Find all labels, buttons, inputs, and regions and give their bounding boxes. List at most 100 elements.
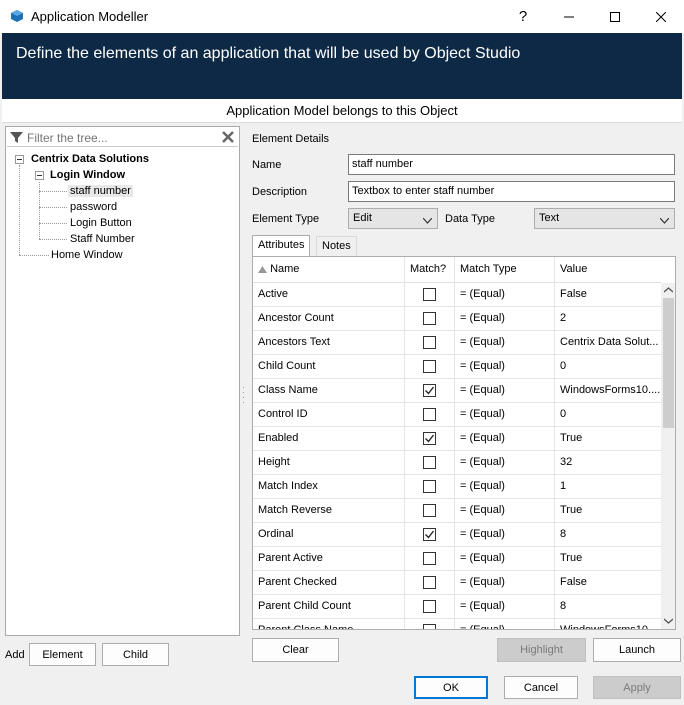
- element-type-label: Element Type: [252, 213, 320, 225]
- help-button[interactable]: ?: [500, 0, 546, 33]
- apply-button[interactable]: Apply: [593, 676, 681, 699]
- cancel-button[interactable]: Cancel: [504, 676, 578, 699]
- tree-node-staff-number-2[interactable]: Staff Number: [70, 233, 135, 245]
- clear-button[interactable]: Clear: [252, 638, 339, 662]
- scroll-up-icon[interactable]: [664, 287, 673, 293]
- cell-match-type[interactable]: = (Equal): [455, 307, 555, 331]
- tree-node-root[interactable]: Centrix Data Solutions: [31, 153, 149, 165]
- cell-match-type[interactable]: = (Equal): [455, 283, 555, 307]
- table-row[interactable]: Parent Active = (Equal) True: [253, 547, 661, 571]
- tree-line: [39, 239, 67, 240]
- cell-match-type[interactable]: = (Equal): [455, 619, 555, 629]
- match-checkbox[interactable]: [423, 432, 436, 445]
- close-button[interactable]: [638, 0, 684, 33]
- app-icon: [10, 9, 24, 23]
- cell-name: Ancestor Count: [253, 307, 405, 331]
- ok-button[interactable]: OK: [414, 676, 488, 699]
- highlight-button[interactable]: Highlight: [497, 638, 586, 662]
- match-checkbox[interactable]: [423, 504, 436, 517]
- data-type-select[interactable]: Text: [534, 208, 675, 229]
- element-type-select[interactable]: Edit: [348, 208, 438, 229]
- match-checkbox[interactable]: [423, 624, 436, 629]
- scroll-down-icon[interactable]: [664, 618, 673, 624]
- match-checkbox[interactable]: [423, 384, 436, 397]
- cell-match-type[interactable]: = (Equal): [455, 571, 555, 595]
- collapse-icon[interactable]: [35, 171, 44, 180]
- cell-match-type[interactable]: = (Equal): [455, 523, 555, 547]
- tab-notes[interactable]: Notes: [316, 236, 357, 256]
- match-checkbox[interactable]: [423, 312, 436, 325]
- add-element-button[interactable]: Element: [29, 643, 96, 666]
- table-row[interactable]: Parent Child Count = (Equal) 8: [253, 595, 661, 619]
- cell-value: True: [555, 427, 661, 451]
- vertical-scrollbar[interactable]: [661, 283, 675, 629]
- column-header-match[interactable]: Match?: [405, 257, 455, 283]
- column-header-value[interactable]: Value: [555, 257, 661, 283]
- table-row[interactable]: Active = (Equal) False: [253, 283, 661, 307]
- table-row[interactable]: Match Index = (Equal) 1: [253, 475, 661, 499]
- column-header-match-type[interactable]: Match Type: [455, 257, 555, 283]
- add-child-button[interactable]: Child: [102, 643, 169, 666]
- table-row[interactable]: Height = (Equal) 32: [253, 451, 661, 475]
- match-checkbox[interactable]: [423, 360, 436, 373]
- tree-node-staff-number[interactable]: staff number: [68, 185, 133, 197]
- description-field[interactable]: Textbox to enter staff number: [348, 181, 675, 202]
- maximize-icon: [610, 11, 620, 22]
- cell-match-type[interactable]: = (Equal): [455, 475, 555, 499]
- tree-node-login-button[interactable]: Login Button: [70, 217, 132, 229]
- tree-node-password[interactable]: password: [70, 201, 117, 213]
- cell-match-type[interactable]: = (Equal): [455, 499, 555, 523]
- match-checkbox[interactable]: [423, 600, 436, 613]
- tab-attributes[interactable]: Attributes: [252, 235, 311, 257]
- table-row[interactable]: Ancestors Text = (Equal) Centrix Data Solu…: [253, 331, 661, 355]
- collapse-icon[interactable]: [15, 155, 24, 164]
- minimize-button[interactable]: [546, 0, 592, 33]
- tree-node-login-window[interactable]: Login Window: [50, 169, 125, 181]
- cell-name: Parent Active: [253, 547, 405, 571]
- table-row[interactable]: Class Name = (Equal) WindowsForms10....: [253, 379, 661, 403]
- table-row[interactable]: Enabled = (Equal) True: [253, 427, 661, 451]
- match-cell: [405, 475, 455, 499]
- cell-match-type[interactable]: = (Equal): [455, 355, 555, 379]
- match-checkbox[interactable]: [423, 528, 436, 541]
- match-checkbox[interactable]: [423, 336, 436, 349]
- table-row[interactable]: Ordinal = (Equal) 8: [253, 523, 661, 547]
- match-cell: [405, 451, 455, 475]
- cell-match-type[interactable]: = (Equal): [455, 403, 555, 427]
- table-row[interactable]: Child Count = (Equal) 0: [253, 355, 661, 379]
- table-row[interactable]: Parent Checked = (Equal) False: [253, 571, 661, 595]
- match-checkbox[interactable]: [423, 552, 436, 565]
- match-cell: [405, 523, 455, 547]
- cell-match-type[interactable]: = (Equal): [455, 451, 555, 475]
- tree-filter: [7, 128, 238, 147]
- cell-match-type[interactable]: = (Equal): [455, 547, 555, 571]
- cell-match-type[interactable]: = (Equal): [455, 427, 555, 451]
- cell-name: Parent Checked: [253, 571, 405, 595]
- match-cell: [405, 331, 455, 355]
- table-row[interactable]: Parent Class Name = (Equal) WindowsForms10…: [253, 619, 661, 629]
- description-label: Description: [252, 186, 308, 198]
- table-row[interactable]: Ancestor Count = (Equal) 2: [253, 307, 661, 331]
- cell-match-type[interactable]: = (Equal): [455, 331, 555, 355]
- match-checkbox[interactable]: [423, 576, 436, 589]
- match-checkbox[interactable]: [423, 456, 436, 469]
- header-banner: Define the elements of an application th…: [2, 33, 682, 99]
- tree-filter-input[interactable]: [27, 130, 217, 145]
- match-checkbox[interactable]: [423, 480, 436, 493]
- splitter-handle[interactable]: · · · ·: [242, 383, 245, 409]
- clear-filter-icon[interactable]: [221, 130, 235, 147]
- cell-value: WindowsForms10....: [555, 379, 661, 403]
- cell-match-type[interactable]: = (Equal): [455, 595, 555, 619]
- scrollbar-thumb[interactable]: [663, 298, 674, 428]
- match-checkbox[interactable]: [423, 408, 436, 421]
- table-row[interactable]: Control ID = (Equal) 0: [253, 403, 661, 427]
- cell-name: Control ID: [253, 403, 405, 427]
- match-checkbox[interactable]: [423, 288, 436, 301]
- table-row[interactable]: Match Reverse = (Equal) True: [253, 499, 661, 523]
- column-header-name[interactable]: Name: [253, 257, 405, 283]
- cell-match-type[interactable]: = (Equal): [455, 379, 555, 403]
- launch-button[interactable]: Launch: [593, 638, 681, 662]
- tree-node-home-window[interactable]: Home Window: [51, 249, 123, 261]
- maximize-button[interactable]: [592, 0, 638, 33]
- name-field[interactable]: staff number: [348, 154, 675, 175]
